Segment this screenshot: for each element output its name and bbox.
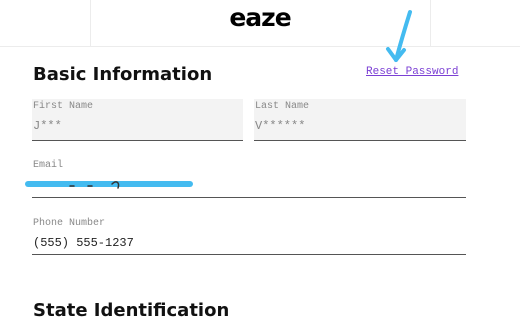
annotation-overlay xyxy=(25,10,412,189)
